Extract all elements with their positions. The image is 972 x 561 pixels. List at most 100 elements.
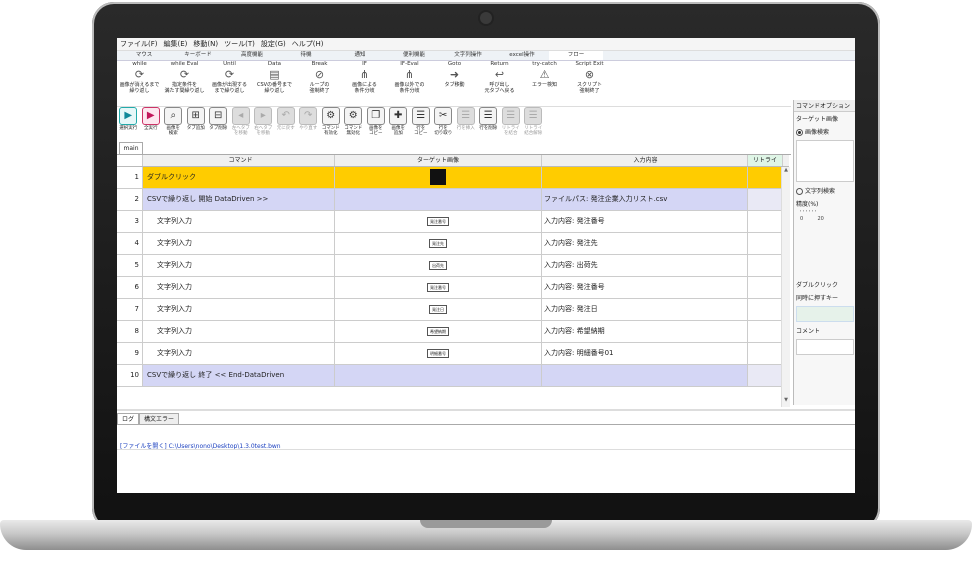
menu-item[interactable]: 設定(G) bbox=[258, 39, 289, 49]
accuracy-slider[interactable]: ' ' ' ' ' ' 0 20 bbox=[794, 210, 855, 222]
ribbon-tab[interactable]: キーボード bbox=[171, 51, 225, 60]
comment-field[interactable] bbox=[796, 339, 854, 355]
target-image-cell[interactable] bbox=[335, 365, 542, 386]
retry-cell[interactable] bbox=[748, 189, 783, 210]
command-cell[interactable]: 文字列入力 bbox=[143, 255, 335, 276]
vertical-scrollbar[interactable]: ▲ ▼ bbox=[781, 167, 790, 407]
ribbon-button-script-exit[interactable]: Script Exit ⊗ スクリプト 強制終了 bbox=[567, 61, 612, 106]
toolbar-button[interactable]: ☰ リトライ 結合解除 bbox=[522, 107, 545, 141]
table-row[interactable]: 4 文字列入力 発注先 入力内容: 発注先 bbox=[117, 233, 789, 255]
command-cell[interactable]: ダブルクリック bbox=[143, 167, 335, 188]
toolbar-button[interactable]: ⚙ コマンド 有効化 bbox=[320, 107, 343, 141]
target-image-cell[interactable]: 明細番号 bbox=[335, 343, 542, 364]
retry-cell[interactable] bbox=[748, 343, 783, 364]
target-image-cell[interactable]: 発注番号 bbox=[335, 277, 542, 298]
command-cell[interactable]: CSVで繰り返し 終了 << End-DataDriven bbox=[143, 365, 335, 386]
input-cell[interactable]: 入力内容: 出荷先 bbox=[542, 255, 748, 276]
ribbon-tab[interactable]: 待機 bbox=[279, 51, 333, 60]
table-row[interactable]: 1 ダブルクリック bbox=[117, 167, 789, 189]
column-header[interactable]: コマンド bbox=[143, 155, 335, 166]
toolbar-button[interactable]: ▶ 全実行 bbox=[140, 107, 163, 141]
ribbon-button-until[interactable]: Until ⟳ 画像が出現する まで繰り返し bbox=[207, 61, 252, 106]
target-image-cell[interactable]: 発注先 bbox=[335, 233, 542, 254]
log-tab[interactable]: 構文エラー bbox=[139, 413, 180, 424]
ribbon-button-break[interactable]: Break ⊘ ループの 強制終了 bbox=[297, 61, 342, 106]
ribbon-button-goto[interactable]: Goto ➜ タブ移動 bbox=[432, 61, 477, 106]
menu-item[interactable]: 移動(N) bbox=[190, 39, 221, 49]
ribbon-button-try-catch[interactable]: try-catch ⚠ エラー検知 bbox=[522, 61, 567, 106]
input-cell[interactable]: 入力内容: 発注番号 bbox=[542, 277, 748, 298]
retry-cell[interactable] bbox=[748, 321, 783, 342]
retry-cell[interactable] bbox=[748, 299, 783, 320]
table-row[interactable]: 7 文字列入力 発注日 入力内容: 発注日 bbox=[117, 299, 789, 321]
ribbon-button-data[interactable]: Data ▤ CSVの番号まで 繰り返し bbox=[252, 61, 297, 106]
radio-text-search[interactable]: 文字列検索 bbox=[794, 184, 855, 197]
splitter[interactable] bbox=[117, 409, 855, 411]
ribbon-button-return[interactable]: Return ↩ 呼び出し 元タブへ戻る bbox=[477, 61, 522, 106]
input-cell[interactable]: ファイルパス: 発注企業入力リスト.csv bbox=[542, 189, 748, 210]
toolbar-button[interactable]: ◂ 左へタブ を移動 bbox=[230, 107, 253, 141]
retry-cell[interactable] bbox=[748, 365, 783, 386]
ribbon-tab[interactable]: 文字列操作 bbox=[441, 51, 495, 60]
column-header[interactable] bbox=[117, 155, 143, 166]
column-header[interactable]: ターゲット画像 bbox=[335, 155, 542, 166]
toolbar-button[interactable]: ↶ 元に戻す bbox=[275, 107, 298, 141]
ribbon-tab[interactable]: 高度機能 bbox=[225, 51, 279, 60]
scroll-down-icon[interactable]: ▼ bbox=[782, 397, 790, 403]
command-cell[interactable]: 文字列入力 bbox=[143, 277, 335, 298]
input-cell[interactable]: 入力内容: 発注番号 bbox=[542, 211, 748, 232]
command-cell[interactable]: 文字列入力 bbox=[143, 343, 335, 364]
ribbon-tab[interactable]: マウス bbox=[117, 51, 171, 60]
toolbar-button[interactable]: ⌕ 画像を 検索 bbox=[162, 107, 185, 141]
input-cell[interactable] bbox=[542, 167, 748, 188]
radio-on-icon[interactable] bbox=[796, 129, 803, 136]
command-cell[interactable]: 文字列入力 bbox=[143, 321, 335, 342]
target-image-cell[interactable] bbox=[335, 189, 542, 210]
ribbon-button-while-eval[interactable]: while Eval ⟳ 指定条件を 満たす間繰り返し bbox=[162, 61, 207, 106]
input-cell[interactable]: 入力内容: 発注日 bbox=[542, 299, 748, 320]
target-image-cell[interactable]: 発注日 bbox=[335, 299, 542, 320]
ribbon-button-if[interactable]: IF ⋔ 画像による 条件分岐 bbox=[342, 61, 387, 106]
toolbar-button[interactable]: ▸ 右へタブ を移動 bbox=[252, 107, 275, 141]
retry-cell[interactable] bbox=[748, 233, 783, 254]
column-header[interactable]: 入力内容 bbox=[542, 155, 748, 166]
toolbar-button[interactable]: ☰ 行を挿入 bbox=[455, 107, 478, 141]
target-image-cell[interactable]: 希望納期 bbox=[335, 321, 542, 342]
toolbar-button[interactable]: ▶ 選択実行 bbox=[117, 107, 140, 141]
ribbon-tab[interactable]: 便利機能 bbox=[387, 51, 441, 60]
toolbar-button[interactable]: ⊞ タブ追加 bbox=[185, 107, 208, 141]
menu-item[interactable]: ヘルプ(H) bbox=[289, 39, 327, 49]
toolbar-button[interactable]: ↷ やり直す bbox=[297, 107, 320, 141]
input-cell[interactable]: 入力内容: 希望納期 bbox=[542, 321, 748, 342]
ribbon-tab[interactable]: フロー bbox=[549, 51, 603, 60]
menu-item[interactable]: ツール(T) bbox=[221, 39, 258, 49]
tab-main[interactable]: main bbox=[119, 142, 143, 154]
command-cell[interactable]: 文字列入力 bbox=[143, 299, 335, 320]
toolbar-button[interactable]: ⊟ タブ削除 bbox=[207, 107, 230, 141]
table-row[interactable]: 10 CSVで繰り返し 終了 << End-DataDriven bbox=[117, 365, 789, 387]
retry-cell[interactable] bbox=[748, 255, 783, 276]
toolbar-button[interactable]: ☰ 行を削除 bbox=[477, 107, 500, 141]
toolbar-button[interactable]: ✚ 画像を 追加 bbox=[387, 107, 410, 141]
simul-key-field[interactable] bbox=[796, 306, 854, 322]
input-cell[interactable]: 入力内容: 発注先 bbox=[542, 233, 748, 254]
table-row[interactable]: 5 文字列入力 出荷先 入力内容: 出荷先 bbox=[117, 255, 789, 277]
toolbar-button[interactable]: ☰ 行を コピー bbox=[410, 107, 433, 141]
table-row[interactable]: 6 文字列入力 発注番号 入力内容: 発注番号 bbox=[117, 277, 789, 299]
ribbon-button-if-eval[interactable]: IF-Eval ⋔ 画像以外での 条件分岐 bbox=[387, 61, 432, 106]
retry-cell[interactable] bbox=[748, 277, 783, 298]
table-row[interactable]: 8 文字列入力 希望納期 入力内容: 希望納期 bbox=[117, 321, 789, 343]
toolbar-button[interactable]: ❐ 画像を コピー bbox=[365, 107, 388, 141]
input-cell[interactable] bbox=[542, 365, 748, 386]
command-cell[interactable]: CSVで繰り返し 開始 DataDriven >> bbox=[143, 189, 335, 210]
target-image-cell[interactable] bbox=[335, 167, 542, 188]
ribbon-tab[interactable]: 通知 bbox=[333, 51, 387, 60]
ribbon-button-while[interactable]: while ⟳ 画像が消えるまで 繰り返し bbox=[117, 61, 162, 106]
menu-item[interactable]: ファイル(F) bbox=[117, 39, 161, 49]
input-cell[interactable]: 入力内容: 明細番号01 bbox=[542, 343, 748, 364]
column-header[interactable]: リトライ bbox=[748, 155, 783, 166]
command-cell[interactable]: 文字列入力 bbox=[143, 233, 335, 254]
retry-cell[interactable] bbox=[748, 211, 783, 232]
ribbon-tab[interactable]: excel操作 bbox=[495, 51, 549, 60]
radio-image-search[interactable]: 画像検索 bbox=[794, 125, 855, 138]
